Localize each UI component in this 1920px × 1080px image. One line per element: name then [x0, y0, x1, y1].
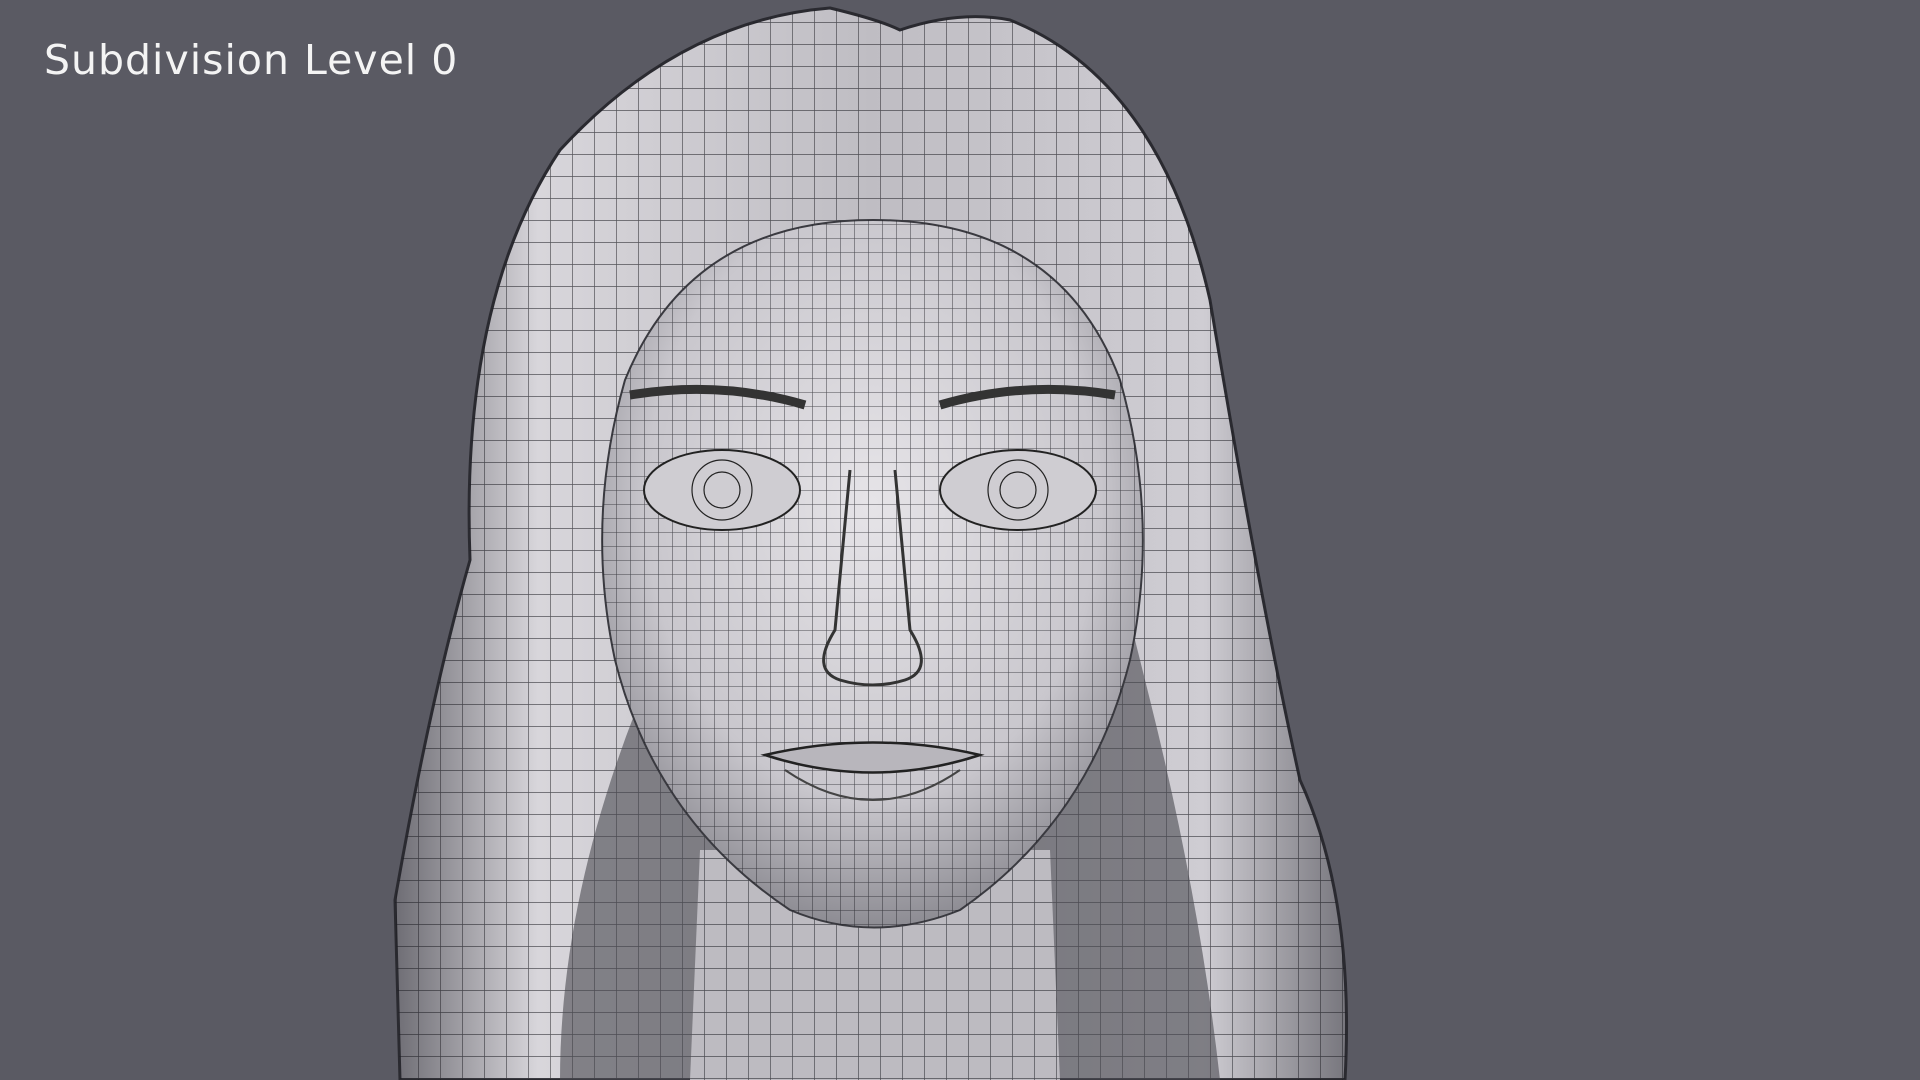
subdivision-level-label: Subdivision Level 0 — [44, 36, 459, 84]
3d-head-wireframe-render — [393, 6, 1349, 1080]
